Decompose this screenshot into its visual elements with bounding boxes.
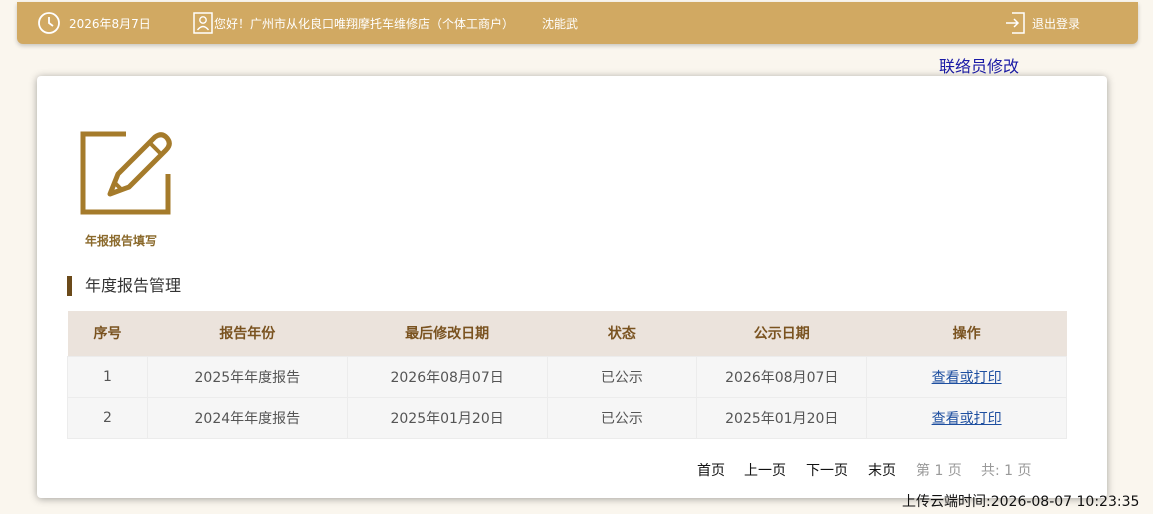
edit-icon — [80, 131, 172, 222]
view-or-print-link[interactable]: 查看或打印 — [932, 411, 1002, 427]
column-header: 最后修改日期 — [347, 311, 548, 356]
main-card: 年报报告填写 年度报告管理 序号 报告年份 最后修改日期 状态 公示日期 操作 … — [37, 76, 1107, 498]
publish-date: 2026年08月07日 — [696, 355, 868, 398]
table-row: 1 2025年年度报告 2026年08月07日 已公示 2026年08月07日 … — [67, 355, 1067, 398]
date-display: 2026年8月7日 — [37, 2, 151, 44]
tile-label: 年报报告填写 — [84, 234, 157, 248]
contact-modify-link[interactable]: 联络员修改 — [939, 53, 1019, 77]
publish-date: 2025年01月20日 — [696, 396, 868, 439]
table-row: 2 2024年年度报告 2025年01月20日 已公示 2025年01月20日 … — [67, 396, 1067, 439]
total-pages-info: 共: 1 页 — [981, 463, 1032, 479]
table-header-row: 序号 报告年份 最后修改日期 状态 公示日期 操作 — [67, 311, 1067, 356]
row-index: 2 — [67, 396, 148, 439]
action-cell: 查看或打印 — [866, 355, 1067, 398]
last-modified-date: 2026年08月07日 — [346, 355, 548, 398]
last-page-button[interactable]: 末页 — [868, 460, 896, 480]
report-year: 2024年年度报告 — [146, 396, 348, 439]
clock-icon — [37, 11, 61, 35]
logout-icon — [1005, 12, 1025, 34]
action-cell: 查看或打印 — [866, 396, 1067, 439]
annual-report-table: 序号 报告年份 最后修改日期 状态 公示日期 操作 1 2025年年度报告 20… — [67, 311, 1067, 439]
next-page-button[interactable]: 下一页 — [806, 460, 848, 480]
column-header: 状态 — [547, 311, 697, 356]
status: 已公示 — [546, 355, 698, 398]
greeting: 您好！广州市从化良口唯翔摩托车维修店（个体工商户） — [193, 2, 514, 44]
column-header: 序号 — [67, 311, 148, 356]
logout-label: 退出登录 — [1032, 16, 1081, 31]
last-modified-date: 2025年01月20日 — [346, 396, 548, 439]
annual-report-fill-tile[interactable]: 年报报告填写 — [80, 128, 172, 249]
user-badge-icon — [193, 12, 213, 34]
column-header: 报告年份 — [147, 311, 348, 356]
current-page-info: 第 1 页 — [916, 463, 962, 479]
column-header: 操作 — [866, 311, 1067, 356]
status: 已公示 — [546, 396, 698, 439]
report-year: 2025年年度报告 — [146, 355, 348, 398]
first-page-button[interactable]: 首页 — [697, 460, 725, 480]
section-title: 年度报告管理 — [67, 276, 181, 296]
prev-page-button[interactable]: 上一页 — [744, 460, 786, 480]
logout-button[interactable]: 退出登录 — [1005, 2, 1080, 44]
row-index: 1 — [67, 355, 148, 398]
view-or-print-link[interactable]: 查看或打印 — [932, 370, 1002, 386]
top-header-bar: 2026年8月7日 您好！广州市从化良口唯翔摩托车维修店（个体工商户） 沈能武 … — [17, 2, 1138, 44]
column-header: 公示日期 — [696, 311, 867, 356]
upload-time: 上传云端时间:2026-08-07 10:23:35 — [902, 494, 1140, 510]
pagination: 首页 上一页 下一页 末页 第 1 页 共: 1 页 — [37, 460, 1107, 480]
greeting-text: 您好！广州市从化良口唯翔摩托车维修店（个体工商户） — [214, 16, 515, 31]
username: 沈能武 — [542, 16, 579, 31]
date-text: 2026年8月7日 — [69, 16, 151, 31]
